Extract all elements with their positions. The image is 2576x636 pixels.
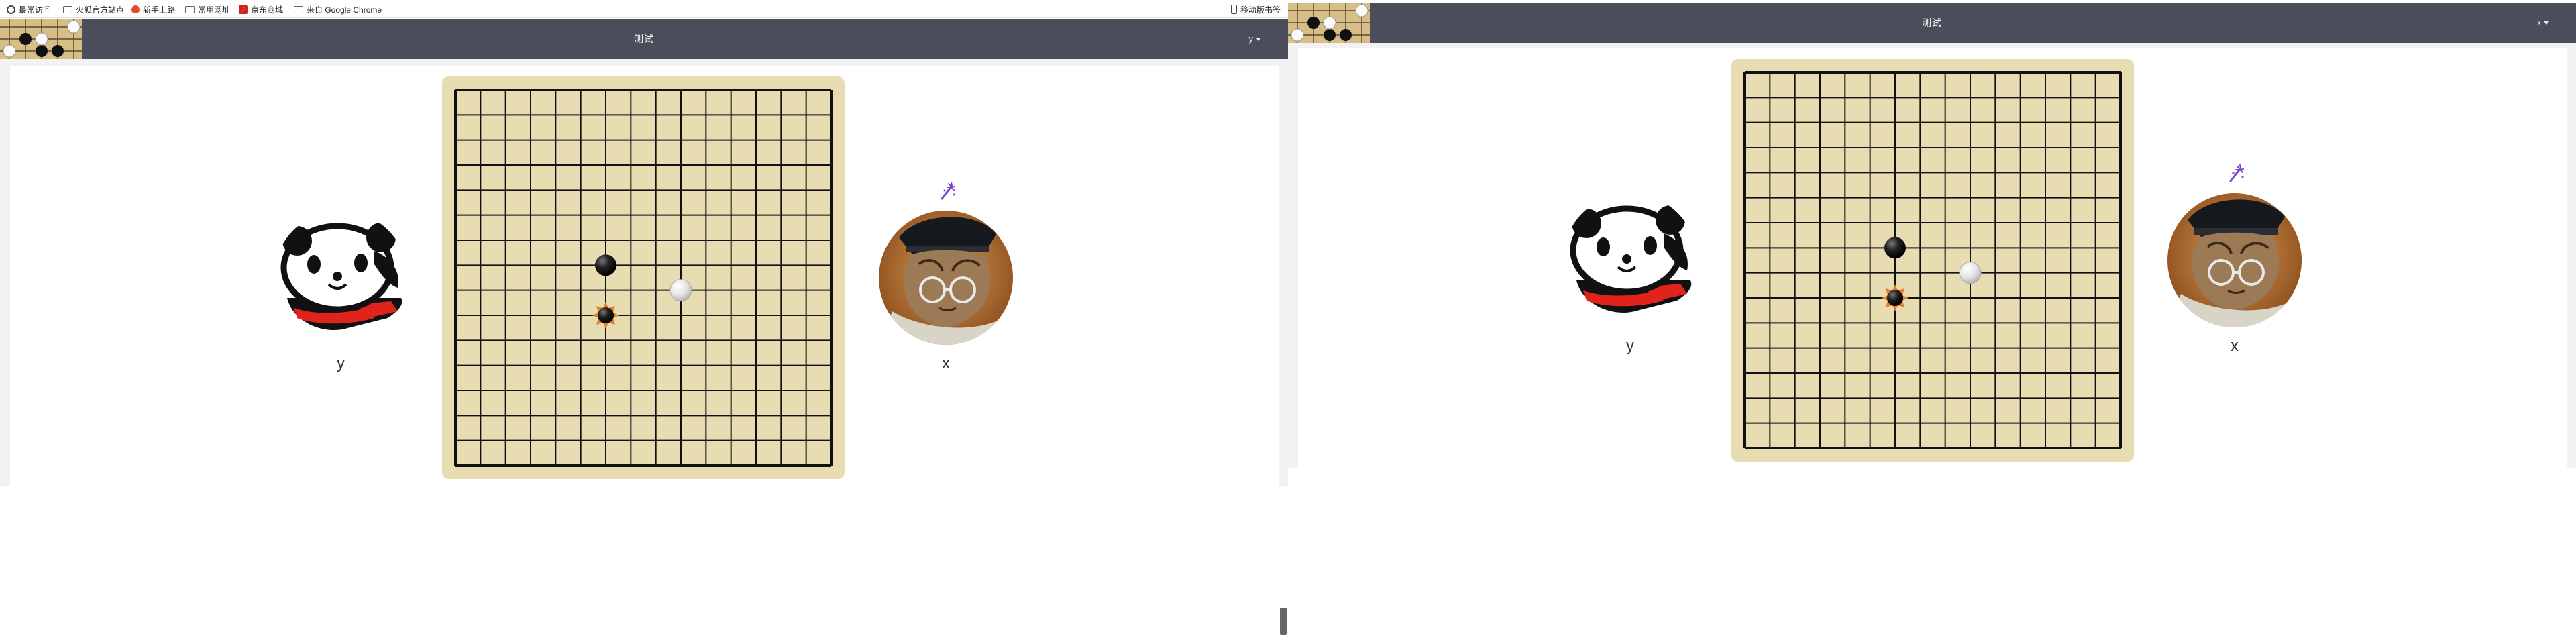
player-avatar-x <box>2167 193 2302 327</box>
bookmark-mobile[interactable]: 移动版书签 <box>1231 4 1281 15</box>
game-board[interactable] <box>442 76 845 479</box>
cat-avatar-icon <box>879 211 1013 345</box>
player-name-right: x <box>2231 337 2239 355</box>
chevron-down-icon <box>2544 21 2549 25</box>
scrollbar-thumb[interactable] <box>1280 608 1287 635</box>
player-name-right: x <box>942 354 950 372</box>
board-grid[interactable] <box>1731 59 2134 462</box>
black-stone <box>1887 290 1903 306</box>
folder-icon <box>63 5 72 13</box>
user-name: x <box>2536 17 2542 28</box>
strawberry-icon <box>131 5 140 13</box>
panda-avatar-icon <box>274 211 408 345</box>
magic-wand-icon <box>941 181 956 200</box>
bookmark-from-chrome[interactable]: 来自 Google Chrome <box>294 4 382 15</box>
page-title: 测试 <box>1922 17 1942 28</box>
user-menu[interactable]: x <box>2536 3 2549 43</box>
chevron-down-icon <box>1256 38 1261 42</box>
panda-avatar-icon <box>1563 193 1697 327</box>
board-surface <box>1731 59 2134 462</box>
board-surface <box>442 76 845 479</box>
player-name-left: y <box>337 354 345 372</box>
page-title: 测试 <box>634 34 654 44</box>
phone-icon <box>1231 5 1237 14</box>
player-avatar-y <box>274 211 408 345</box>
player-name-left: y <box>1626 337 1634 355</box>
white-stone <box>669 279 692 302</box>
navbar: 测试 y <box>0 19 1288 59</box>
left-browser-window: 最常访问 火狐官方站点 新手上路 常用网址 J 京东商城 来自 Google C… <box>0 0 1288 636</box>
bookmarks-bar: 最常访问 火狐官方站点 新手上路 常用网址 J 京东商城 来自 Google C… <box>0 0 1288 18</box>
bookmark-jd[interactable]: J 京东商城 <box>239 4 283 15</box>
right-browser-window: 测试 x y x <box>1288 0 2576 636</box>
black-stone <box>1884 237 1906 259</box>
bookmark-most-visited[interactable]: 最常访问 <box>7 4 51 15</box>
cat-avatar-icon <box>2167 193 2302 327</box>
board-grid[interactable] <box>442 76 845 479</box>
black-stone <box>595 254 616 276</box>
gear-icon <box>7 5 15 14</box>
bookmark-getting-started[interactable]: 新手上路 <box>131 4 175 15</box>
black-stone <box>598 307 614 323</box>
player-avatar-x <box>879 211 1013 345</box>
user-name: y <box>1248 34 1254 44</box>
bookmark-firefox-sites[interactable]: 火狐官方站点 <box>63 4 124 15</box>
game-board[interactable] <box>1731 59 2134 462</box>
navbar: 测试 x <box>1288 3 2576 43</box>
user-menu[interactable]: y <box>1248 19 1261 59</box>
magic-wand-icon <box>2229 164 2245 182</box>
folder-icon <box>185 5 195 13</box>
player-avatar-y <box>1563 193 1697 327</box>
jd-icon: J <box>239 5 248 14</box>
white-stone <box>1959 262 1982 284</box>
folder-icon <box>294 5 303 13</box>
bookmark-common-sites[interactable]: 常用网址 <box>185 4 230 15</box>
